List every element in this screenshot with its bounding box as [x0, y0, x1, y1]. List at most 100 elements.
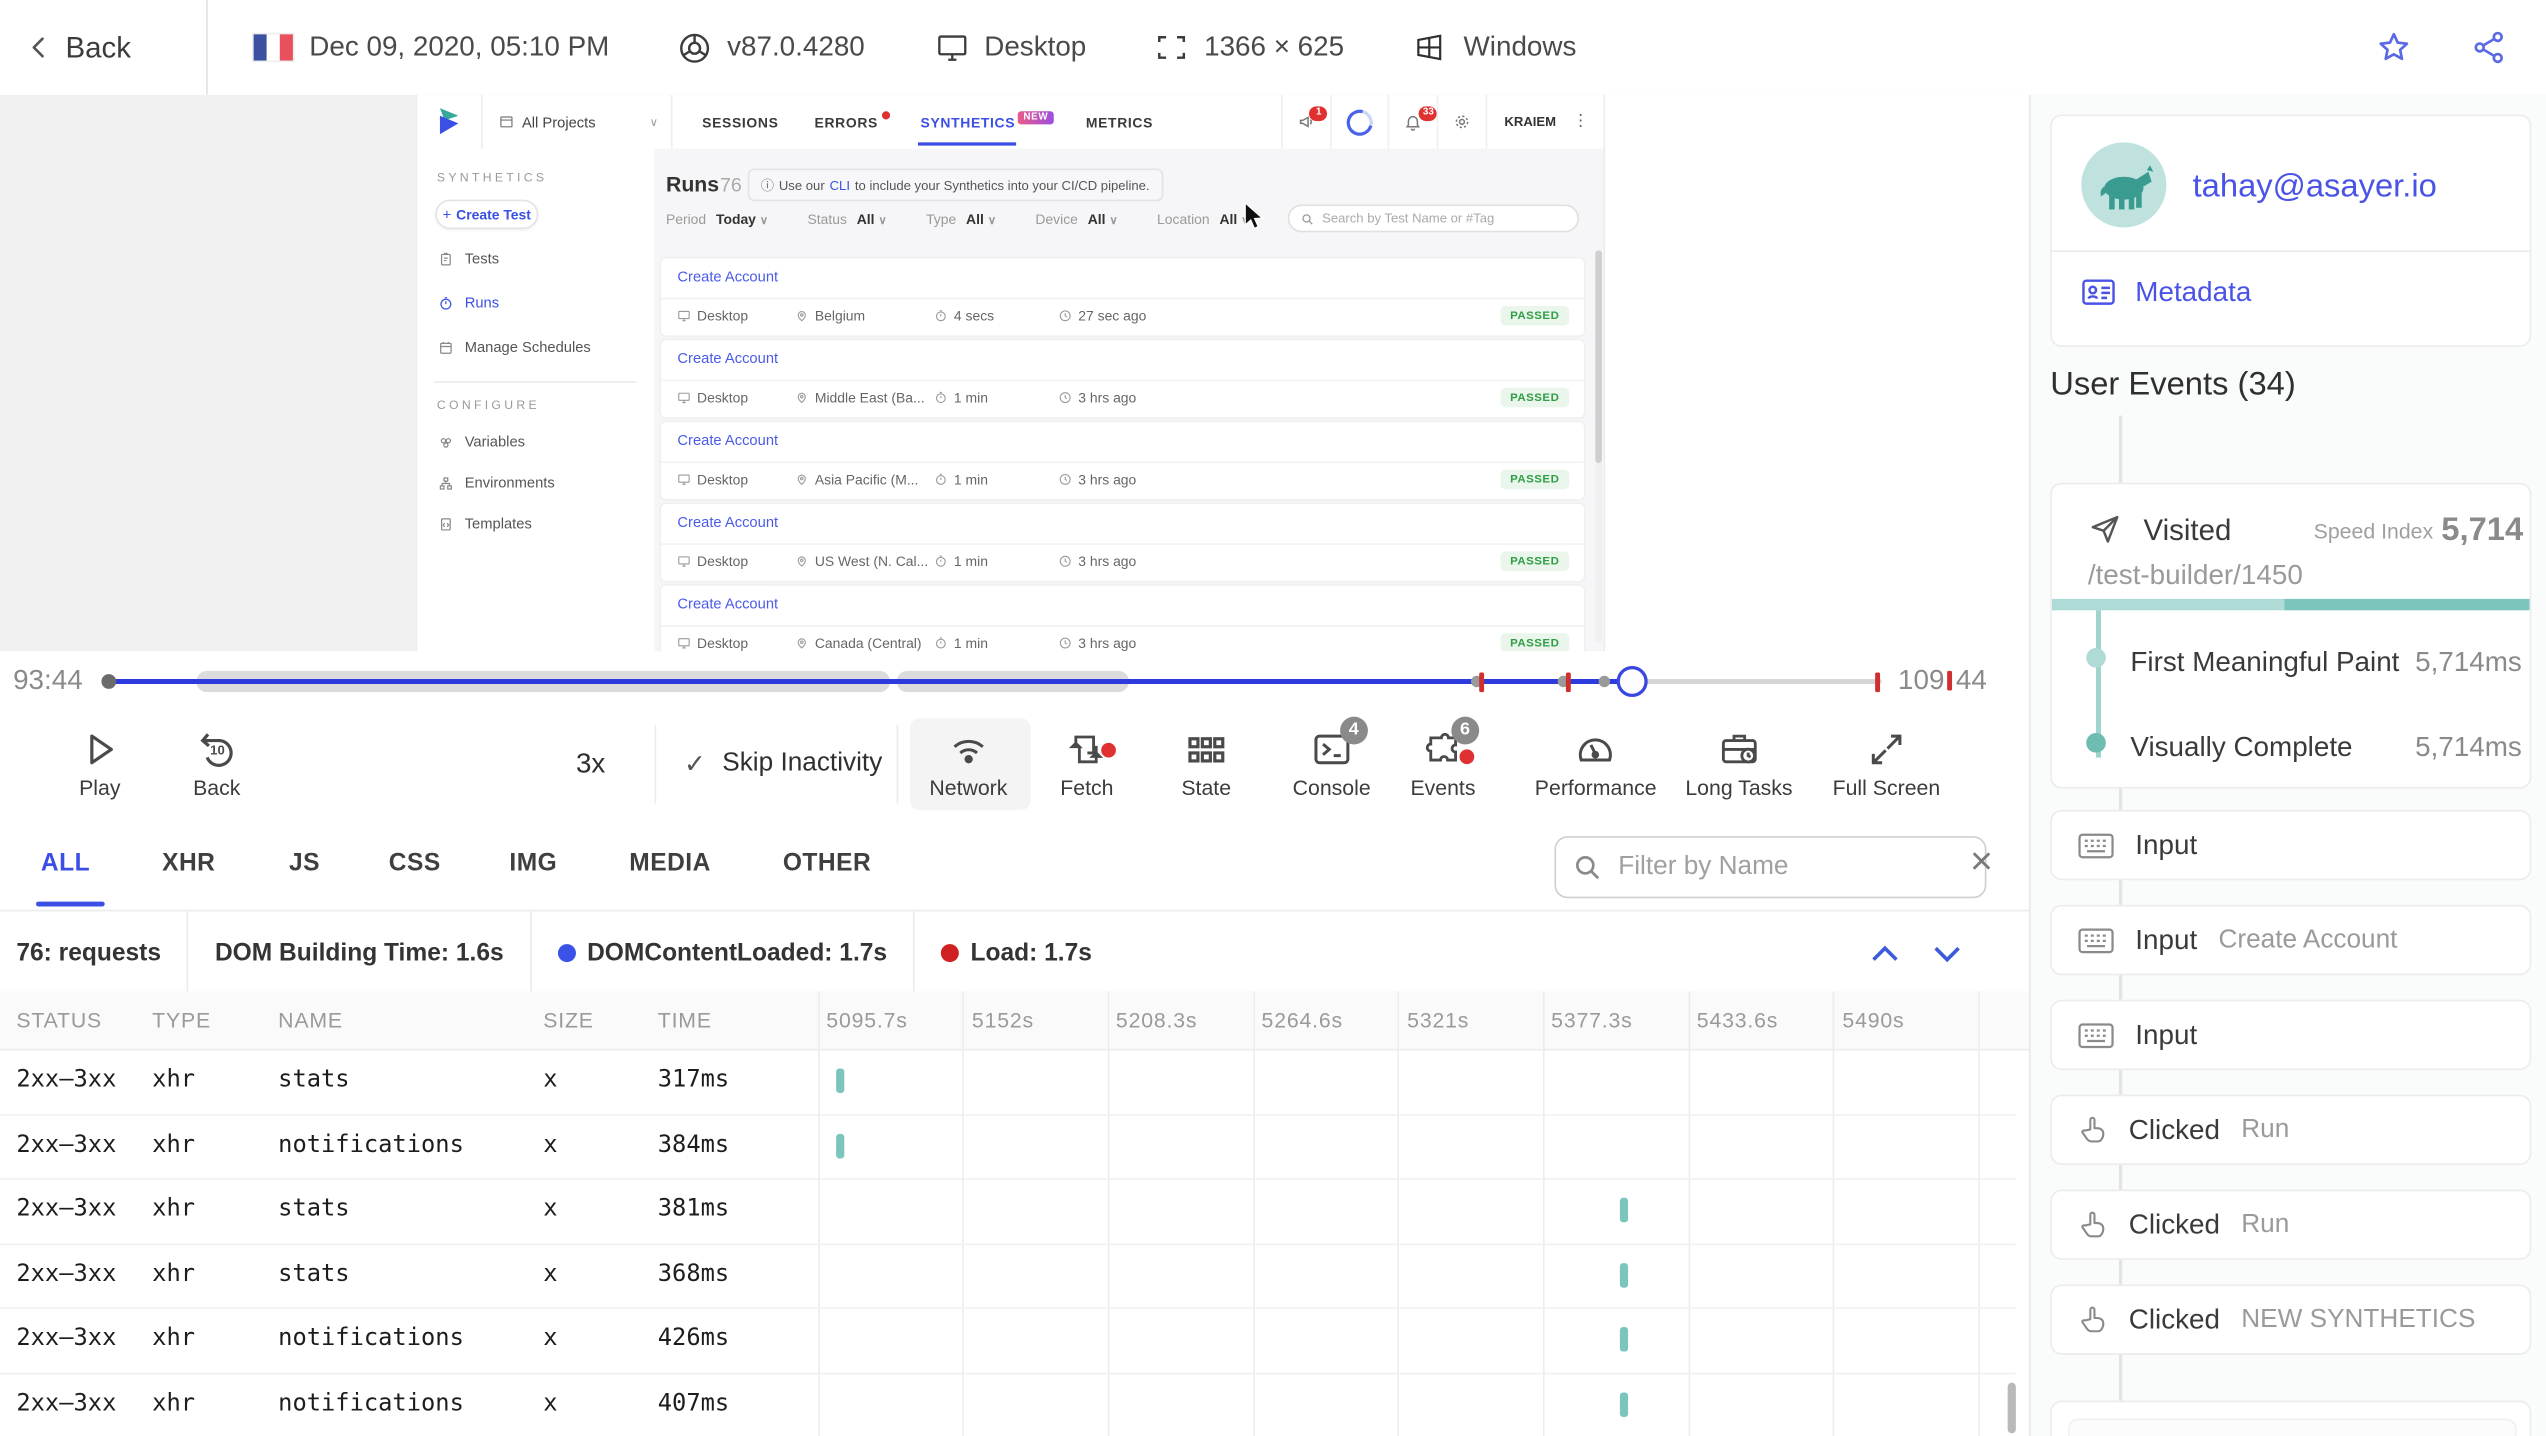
run-name[interactable]: Create Account: [661, 259, 1584, 285]
run-card[interactable]: Create Account Desktop Middle East (Ba..…: [661, 340, 1584, 417]
monitor-icon: [677, 637, 690, 650]
controls-divider: [897, 725, 899, 804]
cell-time: 381ms: [658, 1196, 729, 1222]
speed-toggle[interactable]: 3x: [576, 748, 605, 781]
sidebar-item-manage-schedules[interactable]: Manage Schedules: [439, 339, 591, 355]
clicked-event-card[interactable]: Clicked Run: [2050, 1095, 2531, 1165]
back-10s-button[interactable]: 10 Back: [193, 728, 240, 800]
network-row[interactable]: 2xx–3xx xhr notifications x 426ms: [0, 1307, 2016, 1373]
create-test-button[interactable]: + Create Test: [435, 200, 538, 229]
network-tab-media[interactable]: MEDIA: [629, 849, 711, 877]
playhead-knob[interactable]: [1617, 666, 1648, 697]
filter-period-value[interactable]: Today ∨: [716, 211, 768, 227]
runs-count: 76: [720, 173, 742, 196]
run-card[interactable]: Create Account Desktop Asia Pacific (M..…: [661, 422, 1584, 499]
network-row[interactable]: 2xx–3xx xhr notifications x 407ms: [0, 1372, 2016, 1436]
sidebar-item-tests[interactable]: Tests: [439, 250, 500, 266]
run-card[interactable]: Create Account Desktop Belgium 4 secs 27…: [661, 259, 1584, 336]
sidebar-divider: [434, 381, 637, 383]
favorite-star-icon[interactable]: [2376, 29, 2412, 65]
stopwatch-icon: [934, 473, 947, 486]
settings-button[interactable]: [1439, 113, 1486, 131]
network-filter-box[interactable]: [1554, 836, 1986, 898]
network-tab-all[interactable]: ALL: [41, 849, 90, 877]
close-panel-icon[interactable]: ×: [1970, 841, 1993, 884]
cell-status: 2xx–3xx: [16, 1067, 116, 1093]
network-row[interactable]: 2xx–3xx xhr stats x 381ms: [0, 1178, 2016, 1244]
kebab-menu-icon[interactable]: ⋮: [1572, 113, 1590, 131]
cell-time: 407ms: [658, 1390, 729, 1416]
run-name[interactable]: Create Account: [661, 504, 1584, 530]
run-card[interactable]: Create Account Desktop Canada (Central) …: [661, 586, 1584, 651]
network-row[interactable]: 2xx–3xx xhr notifications x 384ms: [0, 1113, 2016, 1179]
run-name[interactable]: Create Account: [661, 340, 1584, 366]
input-event-card[interactable]: Input: [2050, 810, 2531, 880]
network-row[interactable]: 2xx–3xx xhr stats x 317ms: [0, 1049, 2016, 1115]
network-row[interactable]: 2xx–3xx xhr stats x 368ms: [0, 1243, 2016, 1309]
app-tab-sessions[interactable]: SESSIONS: [702, 114, 778, 130]
network-scrollbar-thumb[interactable]: [2008, 1383, 2016, 1434]
back-button[interactable]: Back: [26, 30, 131, 64]
user-menu[interactable]: KRAIEM: [1488, 115, 1572, 130]
sidebar-item-variables[interactable]: Variables: [439, 434, 525, 450]
run-name[interactable]: Create Account: [661, 422, 1584, 448]
app-tab-errors[interactable]: ERRORS: [815, 114, 878, 130]
user-email[interactable]: tahay@asayer.io: [2193, 169, 2437, 207]
time-col-0: 5095.7s: [826, 1008, 907, 1033]
fetch-activity-dot: [1102, 743, 1117, 758]
fetch-toggle[interactable]: Fetch: [1060, 728, 1113, 800]
filter-type-value[interactable]: All ∨: [966, 211, 996, 227]
run-name[interactable]: Create Account: [661, 586, 1584, 612]
network-filter-input[interactable]: [1615, 851, 1916, 884]
request-timing-bar: [1620, 1392, 1628, 1417]
run-card[interactable]: Create Account Desktop US West (N. Cal..…: [661, 504, 1584, 581]
jump-next-icon[interactable]: [1928, 934, 1967, 973]
clicked-event-card[interactable]: Clicked Run: [2050, 1190, 2531, 1260]
app-tab-synthetics[interactable]: SYNTHETICSNEW: [921, 114, 1054, 130]
metadata-button[interactable]: Metadata: [2081, 277, 2251, 310]
cli-link[interactable]: CLI: [830, 178, 850, 193]
share-icon[interactable]: [2471, 29, 2507, 65]
network-toggle[interactable]: Network: [929, 728, 1007, 800]
jump-previous-icon[interactable]: [1865, 934, 1904, 973]
network-tab-other[interactable]: OTHER: [783, 849, 871, 877]
console-toggle[interactable]: 4 Console: [1293, 728, 1371, 800]
skip-inactivity-toggle[interactable]: ✓ Skip Inactivity: [684, 748, 882, 781]
runs-search-box[interactable]: Search by Test Name or #Tag: [1288, 205, 1579, 233]
visited-event-card[interactable]: Visited Speed Index 5,714 /test-builder/…: [2050, 483, 2531, 789]
replayed-app-main: Runs 76 ⓘ Use our CLI to include your Sy…: [655, 149, 1604, 651]
filter-status-value[interactable]: All ∨: [857, 211, 887, 227]
performance-toggle[interactable]: Performance: [1535, 728, 1657, 800]
project-icon: [499, 115, 514, 130]
input-event-card[interactable]: Input: [2050, 1000, 2531, 1070]
full-screen-toggle[interactable]: Full Screen: [1833, 728, 1941, 800]
monitor-icon: [677, 555, 690, 568]
playback-timeline[interactable]: 93:44 109 44: [0, 651, 2029, 712]
input-event-card[interactable]: Input Create Account: [2050, 905, 2531, 975]
play-button[interactable]: Play: [79, 728, 122, 800]
project-selector[interactable]: All Projects ∨: [499, 114, 658, 130]
cell-size: x: [543, 1196, 557, 1222]
time-col-7: 5490s: [1842, 1008, 1904, 1033]
state-toggle[interactable]: State: [1181, 728, 1231, 800]
network-tab-img[interactable]: IMG: [509, 849, 557, 877]
app-tab-metrics[interactable]: METRICS: [1086, 114, 1153, 130]
announcements-button[interactable]: 1: [1284, 113, 1331, 131]
replayed-app-scrollbar[interactable]: [1595, 250, 1602, 643]
sidebar-item-environments[interactable]: Environments: [439, 475, 555, 491]
notifications-button[interactable]: 33: [1390, 113, 1437, 131]
network-tab-css[interactable]: CSS: [389, 849, 441, 877]
network-tab-js[interactable]: JS: [289, 849, 320, 877]
cell-size: x: [543, 1261, 557, 1287]
device-info: Desktop: [934, 31, 1087, 64]
dom-building-time: DOM Building Time: 1.6s: [215, 938, 504, 966]
search-icon: [1572, 852, 1601, 881]
sidebar-item-runs[interactable]: Runs: [439, 295, 500, 311]
filter-device-value[interactable]: All ∨: [1088, 211, 1118, 227]
partial-event-card[interactable]: [2050, 1401, 2531, 1436]
clicked-event-card[interactable]: Clicked NEW SYNTHETICS: [2050, 1284, 2531, 1354]
sidebar-item-templates[interactable]: Templates: [439, 515, 532, 531]
network-tab-xhr[interactable]: XHR: [162, 849, 215, 877]
events-toggle[interactable]: 6 Events: [1410, 728, 1475, 800]
long-tasks-toggle[interactable]: Long Tasks: [1685, 728, 1792, 800]
